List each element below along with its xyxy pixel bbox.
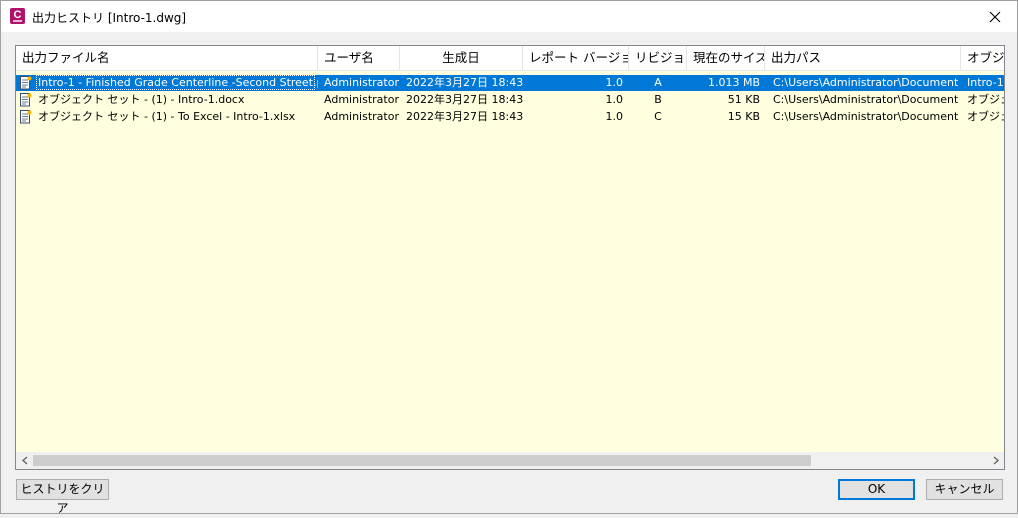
ok-button[interactable]: OK <box>838 479 915 500</box>
cell-size: 15 KB <box>727 110 760 123</box>
cell-version: 1.0 <box>605 76 624 89</box>
cell-object: オブジェクト <box>967 110 1004 123</box>
cell-revision: A <box>654 76 662 89</box>
cell-object: オブジェクト <box>967 93 1004 106</box>
cell-size: 1.013 MB <box>707 76 760 89</box>
chevron-right-icon <box>993 456 999 465</box>
list-header: 出力ファイル名ユーザ名生成日レポート バージョンリビジョン現在のサイズ出力パスオ… <box>16 46 1004 71</box>
output-history-list[interactable]: 出力ファイル名ユーザ名生成日レポート バージョンリビジョン現在のサイズ出力パスオ… <box>15 45 1005 470</box>
cell-size: 51 KB <box>727 93 760 106</box>
scroll-right-button[interactable] <box>987 452 1004 469</box>
cell-user: Administrator <box>324 76 399 89</box>
cell-path: C:\Users\Administrator\Documents\ <box>773 93 958 106</box>
clear-history-button[interactable]: ヒストリをクリア <box>16 479 109 515</box>
close-button[interactable] <box>973 1 1017 32</box>
column-header[interactable]: 生成日 <box>400 46 523 70</box>
cell-path: C:\Users\Administrator\Documents\ <box>773 110 958 123</box>
horizontal-scrollbar[interactable] <box>16 452 1004 469</box>
window-title: 出力ヒストリ [Intro-1.dwg] <box>32 11 187 25</box>
column-header[interactable]: オブジェクト <box>961 46 1004 70</box>
cell-revision: B <box>654 93 662 106</box>
table-row[interactable]: オブジェクト セット - (1) - To Excel - Intro-1.xl… <box>16 109 1004 125</box>
chevron-left-icon <box>21 456 27 465</box>
column-header[interactable]: リビジョン <box>629 46 687 70</box>
cell-path: C:\Users\Administrator\Documents\ <box>773 76 958 89</box>
cell-file: Intro-1 - Finished Grade Centerline -Sec… <box>38 76 318 89</box>
document-file-icon <box>20 110 32 124</box>
output-history-dialog: C 出力ヒストリ [Intro-1.dwg] 出力ファイル名 ユーザ名 生成日 レポー… <box>0 0 1018 515</box>
cell-revision: C <box>654 110 662 123</box>
cell-object: Intro-1 <box>967 76 1004 89</box>
cell-file: オブジェクト セット - (1) - To Excel - Intro-1.xl… <box>38 110 296 123</box>
column-header[interactable]: レポート バージョン <box>523 46 629 70</box>
column-header[interactable]: 出力パス <box>765 46 961 70</box>
cell-file: オブジェクト セット - (1) - Intro-1.docx <box>38 93 245 106</box>
cell-user: Administrator <box>324 93 399 106</box>
app-icon: C <box>10 8 25 24</box>
cell-date: 2022年3月27日 18:43 <box>406 110 524 123</box>
cell-date: 2022年3月27日 18:43 <box>406 76 524 89</box>
title-bar: C 出力ヒストリ [Intro-1.dwg] <box>1 1 1017 32</box>
table-row[interactable]: オブジェクト セット - (1) - Intro-1.docx Administr… <box>16 92 1004 108</box>
cancel-button[interactable]: キャンセル <box>926 479 1003 500</box>
cell-date: 2022年3月27日 18:43 <box>406 93 524 106</box>
document-file-icon <box>20 76 32 90</box>
table-row[interactable]: Intro-1 - Finished Grade Centerline -Sec… <box>16 75 1004 91</box>
column-header[interactable]: 出力ファイル名 <box>16 46 318 70</box>
cell-version: 1.0 <box>605 110 624 123</box>
cell-version: 1.0 <box>605 93 624 106</box>
scroll-left-button[interactable] <box>16 452 33 469</box>
column-header[interactable]: ユーザ名 <box>318 46 400 70</box>
document-file-icon <box>20 93 32 107</box>
column-header[interactable]: 現在のサイズ <box>687 46 765 70</box>
cell-user: Administrator <box>324 110 399 123</box>
close-icon <box>989 11 1001 22</box>
scroll-thumb[interactable] <box>33 455 811 466</box>
